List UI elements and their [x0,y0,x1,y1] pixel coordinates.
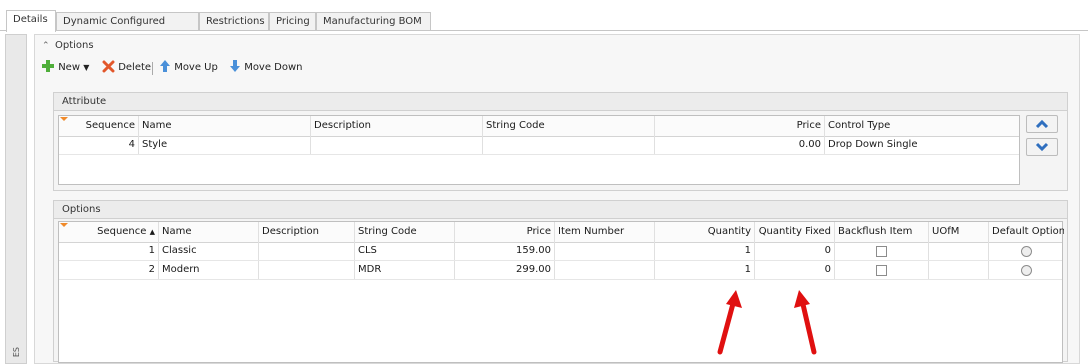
col-header-price[interactable]: Price [655,116,825,136]
arrow-up-icon [160,60,170,72]
cell-name[interactable]: Classic [159,242,259,260]
tab-bar: Details Dynamic Configured Items Restric… [0,10,1088,45]
col-header-item-number[interactable]: Item Number [555,222,655,242]
plus-icon [42,60,54,72]
options-panel: ⌃ Options New ▼ Delete Move Up Move Down… [34,34,1080,364]
cell-quantity[interactable]: 1 [655,261,755,279]
options-section-title: Options [55,40,94,51]
cell-sequence[interactable]: 1 [59,242,159,260]
table-row[interactable]: 2 Modern MDR 299.00 1 0 [59,261,1062,280]
left-collapsed-panel[interactable]: ES [5,34,27,364]
col-header-sequence[interactable]: Sequence ▲ [59,222,159,242]
cell-uofm[interactable] [929,261,989,279]
cell-default-option [989,242,1064,260]
cell-control-type[interactable]: Drop Down Single [825,136,1021,154]
tab-details[interactable]: Details [6,10,56,32]
attribute-grid-header: Sequence Name Description String Code Pr… [59,116,1019,137]
move-up-button[interactable]: Move Up [159,59,218,77]
options-grid[interactable]: Sequence ▲ Name Description String Code … [58,221,1064,363]
col-header-string-code[interactable]: String Code [355,222,455,242]
default-option-radio[interactable] [1021,246,1032,257]
delete-label: Delete [118,62,152,73]
table-row[interactable]: 4 Style 0.00 Drop Down Single [59,136,1019,155]
cell-quantity[interactable]: 1 [655,242,755,260]
col-header-description[interactable]: Description [259,222,355,242]
options-grid-header: Sequence ▲ Name Description String Code … [59,222,1064,243]
cell-price[interactable]: 159.00 [455,242,555,260]
cell-name[interactable]: Style [139,136,311,154]
cell-price[interactable]: 0.00 [655,136,825,154]
chevron-down-icon [1035,142,1049,152]
toolbar-separator [152,62,153,75]
col-header-sequence[interactable]: Sequence [59,116,139,136]
cell-backflush-item [835,261,929,279]
tab-restrictions[interactable]: Restrictions [199,12,269,30]
move-up-label: Move Up [174,62,218,73]
col-header-price[interactable]: Price [455,222,555,242]
cell-price[interactable]: 299.00 [455,261,555,279]
col-header-quantity[interactable]: Quantity [655,222,755,242]
col-header-backflush-item[interactable]: Backflush Item [835,222,929,242]
table-row[interactable]: 1 Classic CLS 159.00 1 0 [59,242,1062,261]
cell-string-code[interactable]: MDR [355,261,455,279]
cell-sequence[interactable]: 2 [59,261,159,279]
cell-uofm[interactable] [929,242,989,260]
left-strip-label: ES [12,346,21,357]
cell-sequence[interactable]: 4 [59,136,139,154]
backflush-checkbox[interactable] [876,265,887,276]
col-header-quantity-fixed[interactable]: Quantity Fixed [755,222,835,242]
new-label: New [58,62,80,73]
sort-ascending-icon: ▲ [149,228,155,236]
move-attribute-down-button[interactable] [1026,138,1058,156]
delete-button[interactable]: Delete [102,59,151,77]
tab-dynamic-configured-items[interactable]: Dynamic Configured Items [56,12,199,45]
col-header-default-option[interactable]: Default Option [989,222,1064,242]
cell-description[interactable] [259,242,355,260]
tab-pricing[interactable]: Pricing [269,12,316,30]
cell-quantity-fixed[interactable]: 0 [755,261,835,279]
cell-backflush-item [835,242,929,260]
col-header-control-type[interactable]: Control Type [825,116,1021,136]
col-header-string-code[interactable]: String Code [483,116,655,136]
col-header-name[interactable]: Name [159,222,259,242]
default-option-radio[interactable] [1021,265,1032,276]
move-attribute-up-button[interactable] [1026,115,1058,133]
cell-item-number[interactable] [555,242,655,260]
col-header-description[interactable]: Description [311,116,483,136]
cell-name[interactable]: Modern [159,261,259,279]
options-group: Options Sequence ▲ Name Description Stri… [53,200,1068,363]
attribute-group-title: Attribute [54,93,1067,111]
move-down-button[interactable]: Move Down [229,59,303,77]
collapse-chevron-icon[interactable]: ⌃ [42,39,50,53]
chevron-up-icon [1035,119,1049,129]
cell-string-code[interactable] [483,136,655,154]
arrow-down-icon [230,60,240,72]
backflush-checkbox[interactable] [876,246,887,257]
new-button[interactable]: New ▼ [41,59,89,77]
cell-default-option [989,261,1064,279]
cell-description[interactable] [311,136,483,154]
col-header-sequence-label: Sequence [97,226,147,237]
attribute-group: Attribute Sequence Name Description Stri… [53,92,1068,191]
options-group-title: Options [54,201,1067,219]
cell-string-code[interactable]: CLS [355,242,455,260]
delete-x-icon [102,60,115,73]
col-header-name[interactable]: Name [139,116,311,136]
tab-manufacturing-bom[interactable]: Manufacturing BOM [316,12,431,30]
cell-description[interactable] [259,261,355,279]
table-row-empty[interactable] [59,155,1019,173]
dropdown-caret-icon[interactable]: ▼ [83,63,89,72]
cell-quantity-fixed[interactable]: 0 [755,242,835,260]
tab-divider [0,30,1088,31]
annotation-arrow-quantity-fixed [794,290,817,355]
cell-item-number[interactable] [555,261,655,279]
col-header-uofm[interactable]: UOfM [929,222,989,242]
annotation-arrow-quantity [717,290,742,355]
attribute-grid[interactable]: Sequence Name Description String Code Pr… [58,115,1020,185]
move-down-label: Move Down [244,62,303,73]
